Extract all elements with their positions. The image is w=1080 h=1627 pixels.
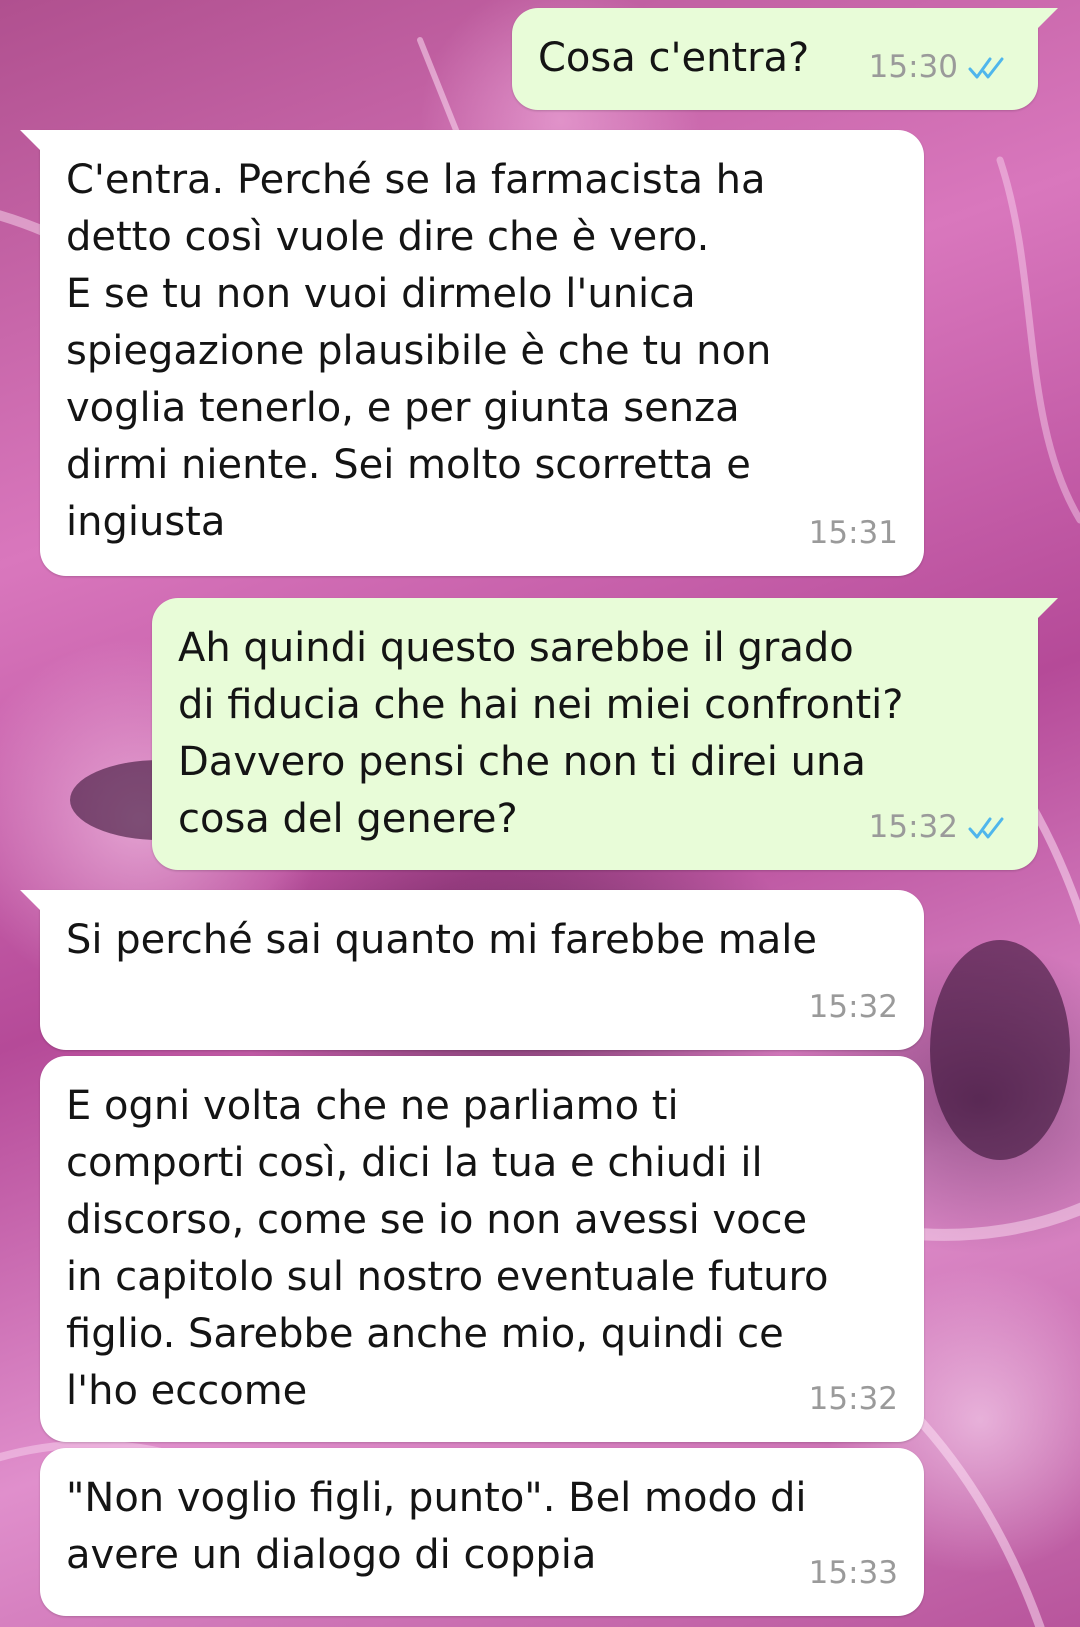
double-check-icon	[968, 57, 1004, 78]
message-text: Cosa c'entra?	[538, 35, 810, 81]
outgoing-message-bubble[interactable]: Cosa c'entra? 15:30	[512, 8, 1058, 110]
message-text: Si perché sai quanto mi farebbe male	[66, 917, 817, 963]
message-list[interactable]: Cosa c'entra? 15:30 C'entra. Perché se l…	[0, 0, 1080, 1627]
message-text: C'entra. Perché se la farmacista ha dett…	[66, 157, 772, 545]
incoming-message-bubble[interactable]: Si perché sai quanto mi farebbe male 15:…	[20, 890, 924, 1050]
message-meta: 15:31	[809, 505, 898, 562]
message-time: 15:32	[868, 809, 958, 845]
bubble-tail	[1036, 8, 1058, 30]
bubble-tail	[1036, 598, 1058, 620]
bubble-tail	[20, 890, 42, 912]
bubble-tail	[20, 130, 42, 152]
message-time: 15:32	[808, 989, 898, 1025]
message-text: E ogni volta che ne parliamo ti comporti…	[66, 1083, 829, 1414]
message-meta: 15:30	[869, 39, 1012, 96]
outgoing-message-bubble[interactable]: Ah quindi questo sarebbe il grado di fid…	[152, 598, 1058, 870]
message-text: "Non voglio figli, punto". Bel modo di a…	[66, 1475, 807, 1578]
message-meta: 15:32	[809, 1371, 898, 1428]
message-meta: 15:32	[869, 799, 1012, 856]
message-meta: 15:33	[809, 1545, 898, 1602]
message-time: 15:33	[808, 1555, 898, 1591]
incoming-message-bubble[interactable]: C'entra. Perché se la farmacista ha dett…	[20, 130, 924, 576]
message-time: 15:31	[808, 515, 898, 551]
message-text: Ah quindi questo sarebbe il grado di fid…	[178, 625, 904, 842]
incoming-message-bubble[interactable]: E ogni volta che ne parliamo ti comporti…	[40, 1056, 924, 1442]
message-time: 15:30	[868, 49, 958, 85]
double-check-icon	[968, 817, 1004, 838]
message-time: 15:32	[808, 1381, 898, 1417]
message-meta: 15:32	[809, 979, 898, 1036]
incoming-message-bubble[interactable]: "Non voglio figli, punto". Bel modo di a…	[40, 1448, 924, 1616]
